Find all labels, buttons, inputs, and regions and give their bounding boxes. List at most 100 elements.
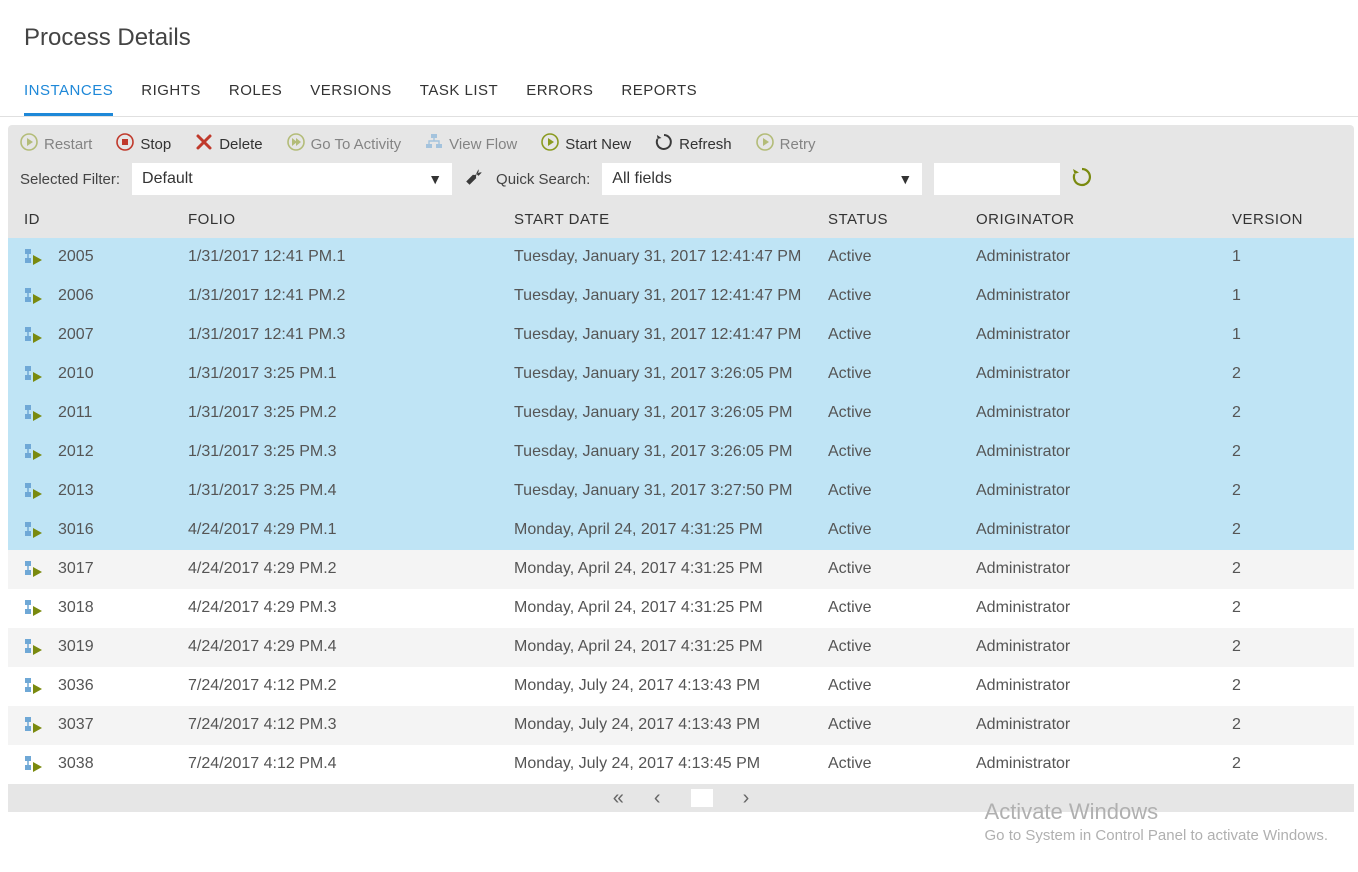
process-instance-icon [24,677,44,695]
table-row[interactable]: 20051/31/2017 12:41 PM.1Tuesday, January… [8,238,1354,277]
table-row[interactable]: 30164/24/2017 4:29 PM.1Monday, April 24,… [8,511,1354,550]
cell-version: 2 [1232,599,1332,617]
table-row[interactable]: 20121/31/2017 3:25 PM.3Tuesday, January … [8,433,1354,472]
cell-originator: Administrator [976,365,1232,383]
pager-prev-icon[interactable]: ‹ [654,787,661,810]
cell-version: 2 [1232,638,1332,656]
table-row[interactable]: 30194/24/2017 4:29 PM.4Monday, April 24,… [8,628,1354,667]
search-field-select[interactable]: All fields ▼ [602,163,922,195]
cell-start: Monday, July 24, 2017 4:13:43 PM [514,716,828,734]
cell-id: 3038 [58,755,94,773]
cell-start: Monday, April 24, 2017 4:31:25 PM [514,521,828,539]
cell-version: 2 [1232,443,1332,461]
startnew-label: Start New [565,136,631,153]
process-instance-icon [24,443,44,461]
process-instance-icon [24,521,44,539]
start-new-button[interactable]: Start New [541,133,631,155]
cell-start: Tuesday, January 31, 2017 12:41:47 PM [514,326,828,344]
cell-originator: Administrator [976,482,1232,500]
cell-status: Active [828,560,976,578]
pager-page-input[interactable] [691,789,713,807]
cell-status: Active [828,365,976,383]
pager: « ‹ › [8,784,1354,812]
col-status[interactable]: STATUS [828,211,976,228]
cell-originator: Administrator [976,326,1232,344]
delete-button[interactable]: Delete [195,133,262,155]
page-title: Process Details [0,0,1358,70]
process-instance-icon [24,365,44,383]
tab-errors[interactable]: ERRORS [526,70,593,116]
table-row[interactable]: 30387/24/2017 4:12 PM.4Monday, July 24, … [8,745,1354,784]
cell-folio: 4/24/2017 4:29 PM.3 [188,599,514,617]
cell-id: 3019 [58,638,94,656]
cell-id: 2007 [58,326,94,344]
cell-originator: Administrator [976,560,1232,578]
table-row[interactable]: 30377/24/2017 4:12 PM.3Monday, July 24, … [8,706,1354,745]
cell-start: Monday, April 24, 2017 4:31:25 PM [514,560,828,578]
col-ver[interactable]: VERSION [1232,211,1332,228]
restart-button[interactable]: Restart [20,133,92,155]
cell-originator: Administrator [976,716,1232,734]
tab-instances[interactable]: INSTANCES [24,70,113,116]
cell-id: 3017 [58,560,94,578]
cell-folio: 1/31/2017 12:41 PM.1 [188,248,514,266]
col-orig[interactable]: ORIGINATOR [976,211,1232,228]
retry-button[interactable]: Retry [756,133,816,155]
col-start[interactable]: START DATE [514,211,828,228]
cell-status: Active [828,638,976,656]
filter-select[interactable]: Default ▼ [132,163,452,195]
process-instance-icon [24,326,44,344]
search-label: Quick Search: [496,171,590,188]
pager-next-icon[interactable]: › [743,787,750,810]
col-id[interactable]: ID [24,211,188,228]
cell-status: Active [828,716,976,734]
stop-button[interactable]: Stop [116,133,171,155]
goto-activity-button[interactable]: Go To Activity [287,133,402,155]
cell-id: 3016 [58,521,94,539]
tab-versions[interactable]: VERSIONS [310,70,392,116]
table-row[interactable]: 30184/24/2017 4:29 PM.3Monday, April 24,… [8,589,1354,628]
cell-status: Active [828,482,976,500]
table-row[interactable]: 20111/31/2017 3:25 PM.2Tuesday, January … [8,394,1354,433]
cell-version: 2 [1232,755,1332,773]
cell-originator: Administrator [976,638,1232,656]
wrench-icon[interactable] [464,167,484,191]
cell-start: Tuesday, January 31, 2017 12:41:47 PM [514,248,828,266]
cell-id: 2006 [58,287,94,305]
col-folio[interactable]: FOLIO [188,211,514,228]
cell-folio: 7/24/2017 4:12 PM.4 [188,755,514,773]
table-row[interactable]: 20061/31/2017 12:41 PM.2Tuesday, January… [8,277,1354,316]
cell-version: 2 [1232,521,1332,539]
tab-rights[interactable]: RIGHTS [141,70,201,116]
play-icon [20,133,38,155]
cell-version: 2 [1232,560,1332,578]
process-instance-icon [24,599,44,617]
pager-first-icon[interactable]: « [613,787,624,810]
view-flow-button[interactable]: View Flow [425,133,517,155]
double-play-icon [287,133,305,155]
cell-id: 2013 [58,482,94,500]
retry-label: Retry [780,136,816,153]
cell-originator: Administrator [976,599,1232,617]
refresh-button[interactable]: Refresh [655,133,732,155]
flow-icon [425,133,443,155]
tab-roles[interactable]: ROLES [229,70,282,116]
viewflow-label: View Flow [449,136,517,153]
process-instance-icon [24,716,44,734]
stop-icon [116,133,134,155]
cell-id: 2012 [58,443,94,461]
cell-originator: Administrator [976,521,1232,539]
cell-originator: Administrator [976,248,1232,266]
chevron-down-icon: ▼ [898,171,912,187]
process-instance-icon [24,482,44,500]
search-refresh-icon[interactable] [1072,167,1092,191]
tab-task-list[interactable]: TASK LIST [420,70,498,116]
table-row[interactable]: 20101/31/2017 3:25 PM.1Tuesday, January … [8,355,1354,394]
table-row[interactable]: 20131/31/2017 3:25 PM.4Tuesday, January … [8,472,1354,511]
cell-status: Active [828,755,976,773]
search-input[interactable] [934,163,1060,195]
table-row[interactable]: 20071/31/2017 12:41 PM.3Tuesday, January… [8,316,1354,355]
tab-reports[interactable]: REPORTS [621,70,697,116]
table-row[interactable]: 30174/24/2017 4:29 PM.2Monday, April 24,… [8,550,1354,589]
table-row[interactable]: 30367/24/2017 4:12 PM.2Monday, July 24, … [8,667,1354,706]
